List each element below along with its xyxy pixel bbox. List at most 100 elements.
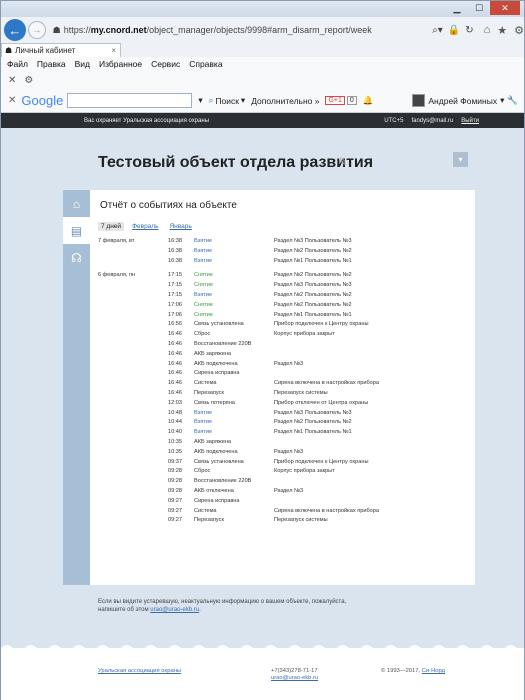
table-row: 10:35 АКБ заряжена xyxy=(98,438,468,448)
event-type: Снятие xyxy=(194,282,213,289)
menu-file[interactable]: Файл xyxy=(7,59,28,69)
event-type: Восстановление 220В xyxy=(194,478,252,485)
table-row: 17:06 Снятие Раздел №1 Пользователь №1 xyxy=(98,311,468,321)
footer-email-link[interactable]: urao@urao-ekb.ru xyxy=(271,675,318,681)
home-icon[interactable]: ⌂ xyxy=(484,24,491,37)
navigation-bar: ← → ☗ https://my.cnord.net/object_manage… xyxy=(1,17,524,43)
close-icon[interactable]: ✕ xyxy=(490,1,520,15)
footer-org-link[interactable]: Уральская ассоциация охраны xyxy=(98,668,181,674)
gear-icon[interactable]: ⚙ xyxy=(514,24,524,37)
event-type: Связь установлена xyxy=(194,458,244,465)
search-icon[interactable]: ⌕▾ xyxy=(432,25,443,36)
favorites-icon[interactable]: ★ xyxy=(497,24,507,37)
event-time: 09:27 xyxy=(168,497,182,504)
menu-tools[interactable]: Сервис xyxy=(151,59,180,69)
back-icon[interactable]: ← xyxy=(4,19,26,41)
event-description: Сирена включена в настройках прибора xyxy=(274,507,380,514)
table-row: 09:37 Связь установлена Прибор подключен к… xyxy=(98,458,468,468)
event-time: 16:56 xyxy=(168,321,182,328)
report-tab-icon[interactable]: ▤ xyxy=(63,217,90,244)
refresh-icon[interactable]: ↻ xyxy=(465,25,473,36)
event-time: 10:35 xyxy=(168,438,182,445)
google-dropdown-icon[interactable]: ▾ xyxy=(198,95,202,106)
support-tab-icon[interactable]: ☊ xyxy=(63,244,90,271)
event-date: 6 февраля, пн xyxy=(98,272,136,279)
menu-help[interactable]: Справка xyxy=(189,59,222,69)
events-table: 7 февраля, вт 16:38 Взятие Раздел №3 Пользо… xyxy=(98,237,468,526)
event-description: Раздел №2 Пользователь №2 xyxy=(274,272,352,279)
table-row: 12:03 Связь потеряна Прибор отключен от Це… xyxy=(98,399,468,409)
addon-icon[interactable]: ⚙ xyxy=(24,75,33,86)
event-date xyxy=(98,350,168,360)
google-search-button[interactable]: ⌕ Поиск ▾ xyxy=(209,95,246,106)
table-row: 16:46 Сирена исправна xyxy=(98,369,468,379)
event-date xyxy=(98,507,168,517)
url-path: /object_manager/objects/9998#arm_disarm_… xyxy=(146,25,372,35)
event-description: Прибор подключен к Центру охраны xyxy=(274,321,369,328)
minimize-icon[interactable]: ▁ xyxy=(446,1,468,15)
event-date xyxy=(98,320,168,330)
event-time: 09:28 xyxy=(168,478,182,485)
google-user-menu[interactable]: Андрей Фоминых ▾ 🔧 xyxy=(412,94,518,107)
wrench-icon[interactable]: 🔧 xyxy=(507,95,518,106)
google-user-name: Андрей Фоминых xyxy=(428,95,498,106)
table-row: 16:56 Связь установлена Прибор подключен к… xyxy=(98,320,468,330)
close-google-toolbar-icon[interactable]: ✕ xyxy=(8,95,16,106)
menu-bar: Файл Правка Вид Избранное Сервис Справка xyxy=(1,57,524,71)
tab-close-icon[interactable]: × xyxy=(111,46,116,55)
google-plus-button[interactable]: G+1 0 xyxy=(325,96,357,105)
event-type: Сброс xyxy=(194,331,211,338)
event-time: 16:46 xyxy=(168,380,182,387)
event-type: Взятие xyxy=(194,291,213,298)
range-january[interactable]: Январь xyxy=(166,222,194,231)
google-search-input[interactable] xyxy=(67,93,193,108)
menu-view[interactable]: Вид xyxy=(75,59,90,69)
event-type: Система xyxy=(194,507,217,514)
url-protocol: https:// xyxy=(63,25,91,35)
note-email-link[interactable]: urao@urao-ekb.ru xyxy=(150,607,199,613)
event-time: 17:15 xyxy=(168,291,182,298)
edit-pencil-icon[interactable]: ✎ xyxy=(338,155,348,169)
table-row: 17:15 Снятие Раздел №3 Пользователь №3 xyxy=(98,281,468,291)
footer-copyright: © 1993—2017, Си-Норд xyxy=(381,668,445,674)
event-date xyxy=(98,458,168,468)
chevron-down-icon[interactable]: ▾ xyxy=(453,152,468,167)
search-icon: ⌕ xyxy=(208,95,214,105)
event-time: 09:37 xyxy=(168,458,182,465)
menu-edit[interactable]: Правка xyxy=(37,59,66,69)
event-date xyxy=(98,257,168,267)
note-text: Если вы видите устаревшую, неактуальную … xyxy=(98,599,347,613)
event-type: АКБ подключена xyxy=(194,360,238,367)
event-type: Взятие xyxy=(194,247,213,254)
range-february[interactable]: Февраль xyxy=(129,222,161,231)
event-type: Восстановление 220В xyxy=(194,340,252,347)
event-type: Снятие xyxy=(194,301,213,308)
report-card: Отчёт о событиях на объекте 7 дней Февра… xyxy=(90,190,475,585)
table-row: 16:38 Взятие Раздел №2 Пользователь №2 xyxy=(98,247,468,257)
tab-active[interactable]: ☗ Личный кабинет × xyxy=(1,43,121,57)
google-more-button[interactable]: Дополнительно » xyxy=(251,96,319,106)
footer-band xyxy=(1,645,524,700)
table-row: 09:28 Восстановление 220В xyxy=(98,477,468,487)
event-description: Прибор отключен от Центра охраны xyxy=(274,399,369,406)
event-description: Раздел №3 xyxy=(274,360,304,367)
copyright-link[interactable]: Си-Норд xyxy=(422,668,445,674)
table-row: 6 февраля, пн 17:15 Снятие Раздел №2 Пользо… xyxy=(98,271,468,281)
logout-link[interactable]: Выйти xyxy=(461,118,479,124)
table-row: 10:40 Взятие Раздел №1 Пользователь №1 xyxy=(98,428,468,438)
range-7-days[interactable]: 7 дней xyxy=(98,222,125,231)
bell-icon[interactable]: 🔔 xyxy=(363,95,374,106)
maximize-icon[interactable]: ☐ xyxy=(468,1,490,15)
address-bar[interactable]: ☗ https://my.cnord.net/object_manager/ob… xyxy=(50,20,428,40)
home-tab-icon[interactable]: ⌂ xyxy=(63,190,90,217)
event-date xyxy=(98,291,168,301)
event-type: Система xyxy=(194,380,217,387)
forward-icon[interactable]: → xyxy=(27,21,46,39)
event-date xyxy=(98,389,168,399)
table-row: 16:46 АКБ подключена Раздел №3 xyxy=(98,360,468,370)
event-type: Сброс xyxy=(194,468,211,475)
close-toolbar-icon[interactable]: ✕ xyxy=(8,75,16,86)
menu-favorites[interactable]: Избранное xyxy=(99,59,142,69)
event-time: 09:28 xyxy=(168,487,182,494)
event-type: Связь потеряна xyxy=(194,399,235,406)
